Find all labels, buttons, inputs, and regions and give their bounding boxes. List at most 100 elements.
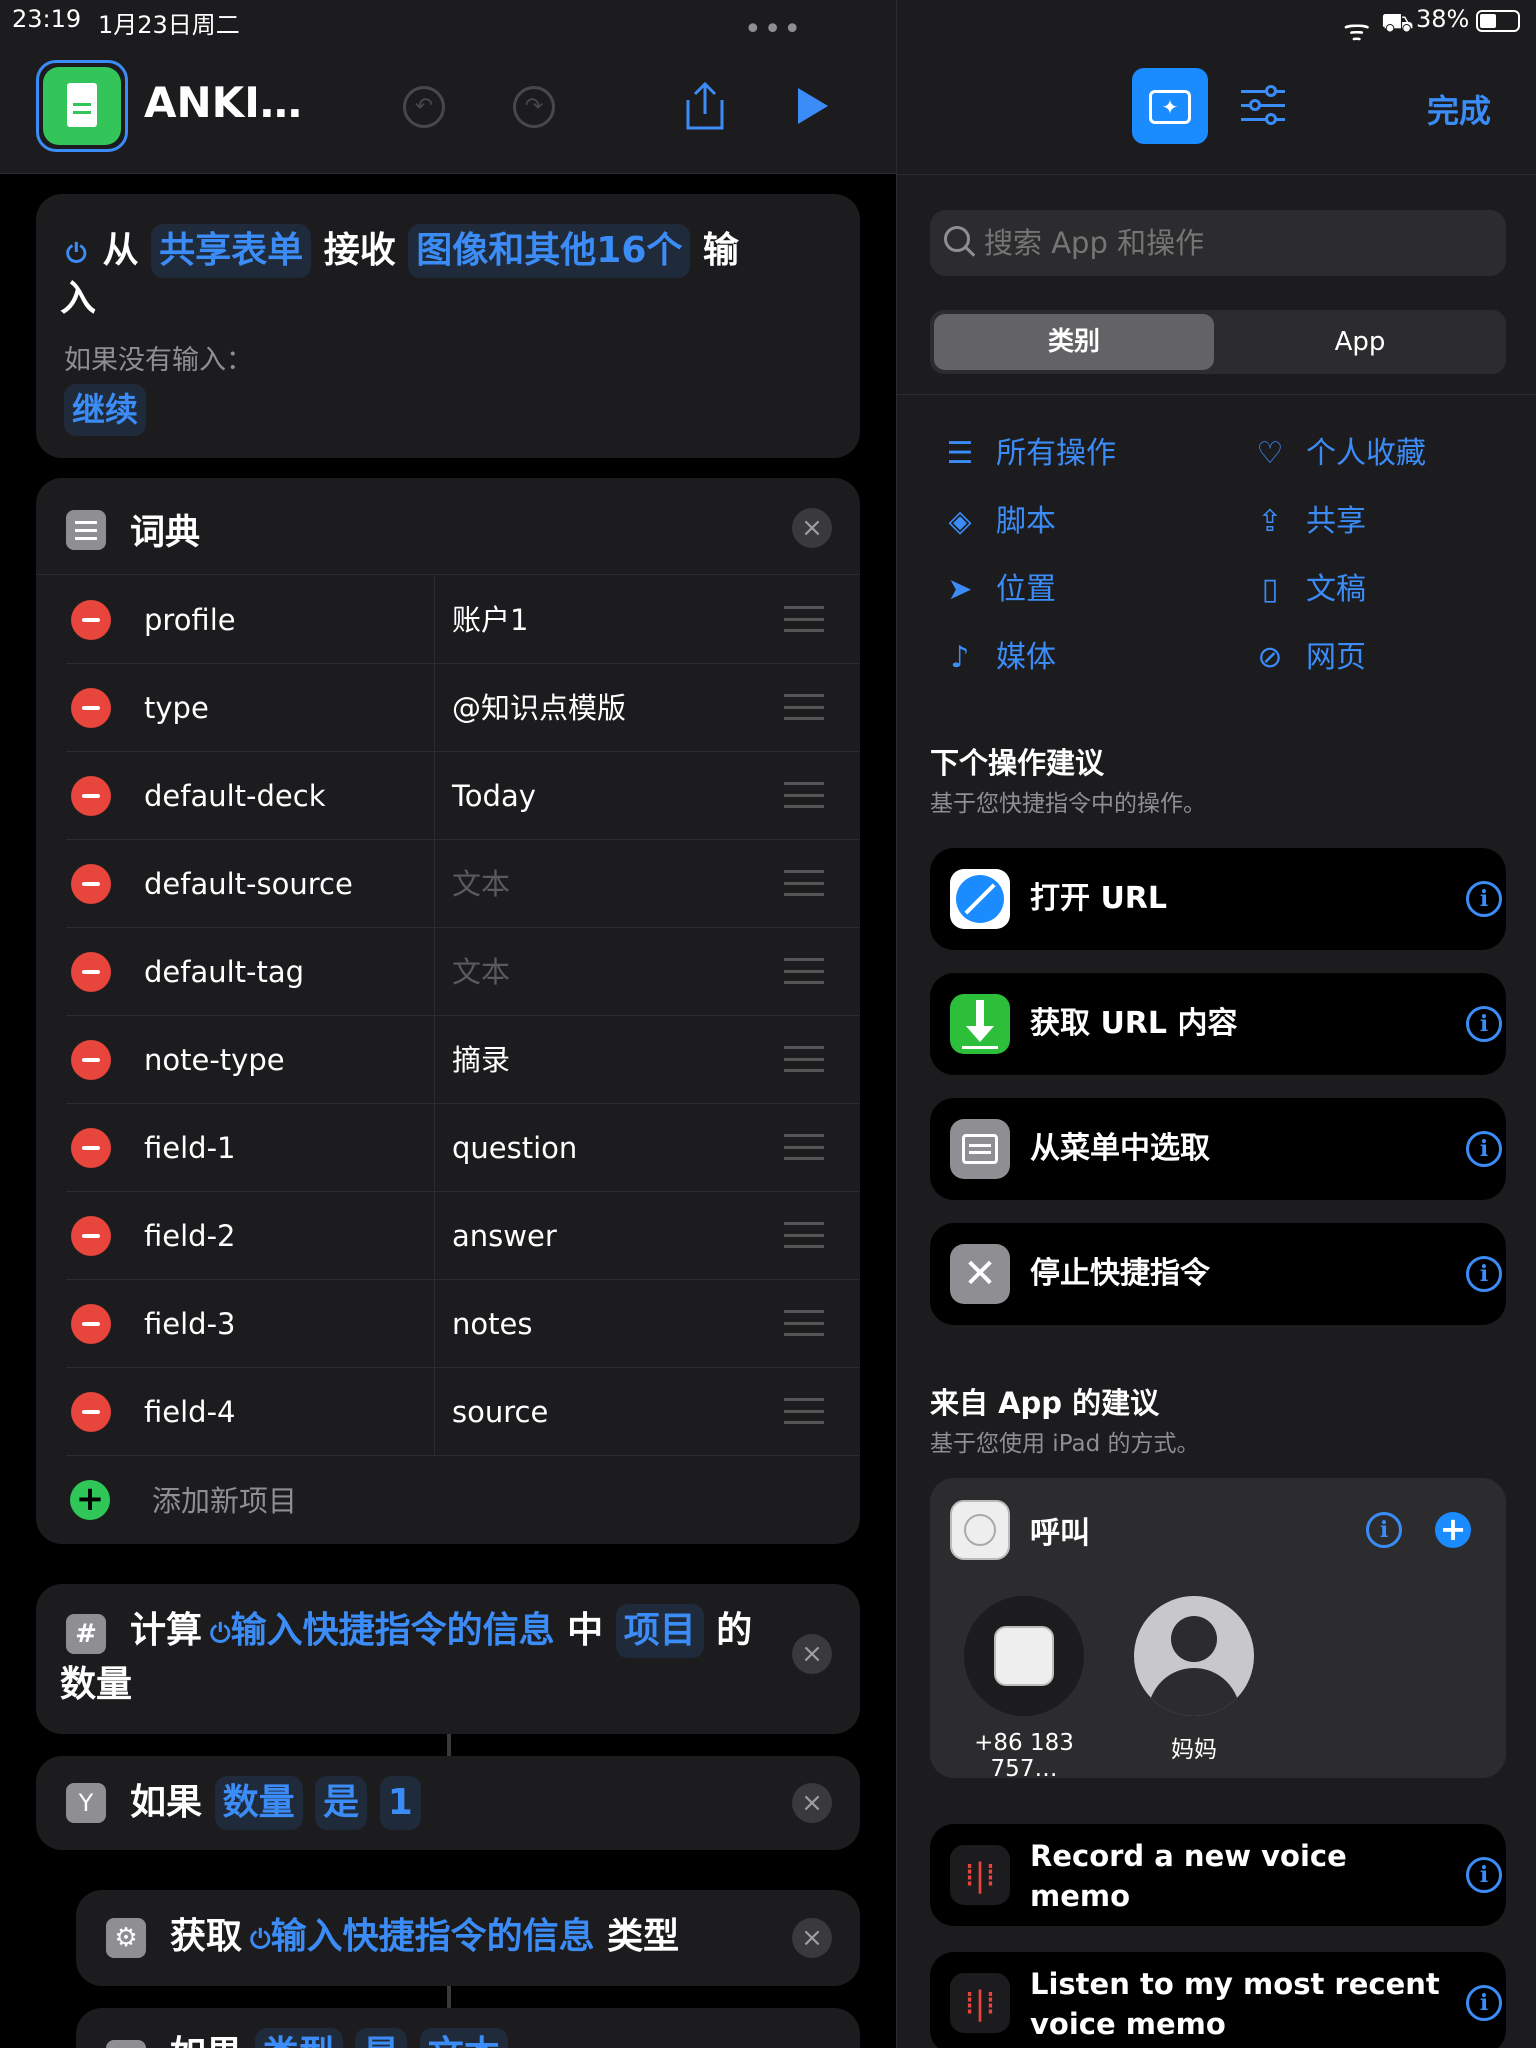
reorder-handle-icon[interactable] [784,958,824,984]
shortcut-icon-button[interactable] [36,60,128,152]
row-key[interactable]: default-tag [144,928,304,1016]
info-icon[interactable]: i [1466,1985,1502,2021]
category-item[interactable]: ⇪ 共享 [1250,492,1366,552]
reorder-handle-icon[interactable] [784,1222,824,1248]
remove-icon[interactable] [71,1040,111,1080]
row-key[interactable]: field-3 [144,1280,236,1368]
category-item[interactable]: ⊘ 网页 [1250,628,1366,688]
count-action[interactable]: # 计算 ⏻输入快捷指令的信息 中 项目 的 数量 × [36,1584,860,1734]
contact-avatar[interactable] [964,1596,1084,1716]
shortcut-title[interactable]: ANKI… [144,78,302,127]
category-item[interactable]: ♡ 个人收藏 [1250,424,1426,484]
suggestion-stop-shortcut[interactable]: ✕ 停止快捷指令 i [930,1223,1506,1325]
row-key[interactable]: profile [144,576,236,664]
category-item[interactable]: ♪ 媒体 [940,628,1056,688]
row-value[interactable]: notes [452,1280,532,1368]
reorder-handle-icon[interactable] [784,1046,824,1072]
remove-icon[interactable] [71,1216,111,1256]
condition-token[interactable]: 是 [355,2028,408,2048]
row-value[interactable]: 账户1 [452,576,528,664]
continue-token[interactable]: 继续 [64,384,146,436]
suggestion-get-url-contents[interactable]: 获取 URL 内容 i [930,973,1506,1075]
reorder-handle-icon[interactable] [784,1310,824,1336]
remove-icon[interactable] [71,688,111,728]
call-label[interactable]: 呼叫 [1030,1508,1090,1552]
row-key[interactable]: field-1 [144,1104,236,1192]
reorder-handle-icon[interactable] [784,870,824,896]
receive-action[interactable]: ⏻ 从 共享表单 接收 图像和其他16个 输 入 如果没有输入： 继续 [36,194,860,458]
row-value[interactable]: answer [452,1192,557,1280]
search-input[interactable] [984,210,1484,276]
category-item[interactable]: ☰ 所有操作 [940,424,1116,484]
value-token[interactable]: 文本 [419,2028,508,2048]
if-type-action[interactable]: 如果 类型 是 文本 [76,2008,860,2048]
row-key[interactable]: field-2 [144,1192,236,1280]
close-icon[interactable]: × [792,1783,832,1823]
condition-token[interactable]: 是 [315,1776,368,1830]
remove-icon[interactable] [71,864,111,904]
redo-icon[interactable]: ↷ [513,86,555,128]
avatar[interactable] [1134,1596,1254,1716]
quantity-token[interactable]: 数量 [214,1776,303,1830]
suggestion-choose-from-menu[interactable]: 从菜单中选取 i [930,1098,1506,1200]
add-icon[interactable]: + [1435,1512,1471,1548]
row-value[interactable]: Today [452,752,536,840]
row-value[interactable]: 文本 [452,928,510,1016]
input-token[interactable]: 输入快捷指令的信息 [231,1610,555,1651]
row-key[interactable]: field-4 [144,1368,236,1456]
undo-icon[interactable]: ↶ [403,86,445,128]
info-icon[interactable]: i [1466,1131,1502,1167]
reorder-handle-icon[interactable] [784,606,824,632]
row-value[interactable]: 摘录 [452,1016,510,1104]
info-icon[interactable]: i [1466,1006,1502,1042]
row-value[interactable]: source [452,1368,548,1456]
row-key[interactable]: note-type [144,1016,285,1104]
close-icon[interactable]: × [792,1918,832,1958]
remove-icon[interactable] [71,952,111,992]
input-token[interactable]: 输入快捷指令的信息 [271,1916,595,1957]
done-button[interactable]: 完成 [1427,86,1491,132]
play-icon[interactable] [794,86,832,126]
suggestion-record-voice-memo[interactable]: ⁞|⁞ Record a new voice memo i [930,1824,1506,1926]
suggestion-play-voice-memo[interactable]: ⁞|⁞ Listen to my most recent voice memo i [930,1952,1506,2048]
reorder-handle-icon[interactable] [784,1398,824,1424]
close-icon[interactable]: × [792,1634,832,1674]
suggestion-open-url[interactable]: 打开 URL i [930,848,1506,950]
type-token[interactable]: 类型 [254,2028,343,2048]
remove-icon[interactable] [71,600,111,640]
share-icon[interactable] [684,80,726,132]
info-icon[interactable]: i [1466,881,1502,917]
category-item[interactable]: ➤ 位置 [940,560,1056,620]
row-key[interactable]: default-source [144,840,353,928]
source-token[interactable]: 共享表单 [151,224,312,278]
reorder-handle-icon[interactable] [784,694,824,720]
remove-icon[interactable] [71,1304,111,1344]
remove-icon[interactable] [71,1392,111,1432]
remove-icon[interactable] [71,776,111,816]
info-icon[interactable]: i [1366,1512,1402,1548]
multitask-dots-icon[interactable]: ••• [744,12,803,47]
row-key[interactable]: type [144,664,209,752]
get-type-action[interactable]: ⚙ 获取 ⏻输入快捷指令的信息 类型 × [76,1890,860,1986]
types-token[interactable]: 图像和其他16个 [408,224,691,278]
info-icon[interactable]: i [1466,1857,1502,1893]
add-item-button[interactable]: 添加新项目 [152,1478,297,1520]
search-field[interactable] [930,210,1506,276]
row-value[interactable]: question [452,1104,577,1192]
category-item[interactable]: ◈ 脚本 [940,492,1056,552]
close-icon[interactable]: × [792,508,832,548]
segment-app[interactable]: App [1218,314,1502,370]
remove-icon[interactable] [71,1128,111,1168]
settings-sliders-icon[interactable] [1241,84,1285,128]
category-item[interactable]: ▯ 文稿 [1250,560,1366,620]
row-value[interactable]: 文本 [452,840,510,928]
info-icon[interactable]: i [1466,1256,1502,1292]
row-key[interactable]: default-deck [144,752,326,840]
segment-categories[interactable]: 类别 [934,314,1214,370]
add-icon[interactable]: + [70,1480,110,1520]
if-action[interactable]: Y 如果 数量 是 1 × [36,1756,860,1850]
reorder-handle-icon[interactable] [784,782,824,808]
items-token[interactable]: 项目 [615,1604,704,1658]
library-tab-icon[interactable]: ✦ [1132,68,1208,144]
row-value[interactable]: @知识点模版 [452,664,626,752]
